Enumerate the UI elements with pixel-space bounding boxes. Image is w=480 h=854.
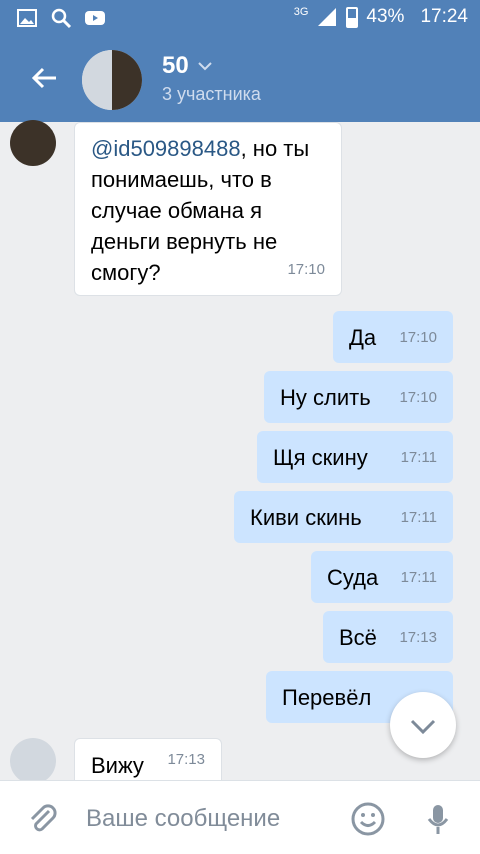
dog-avatar-half xyxy=(82,50,112,110)
message-time: 17:10 xyxy=(399,329,437,346)
message-time: 17:11 xyxy=(400,569,437,586)
message-bubble[interactable]: Суда 17:11 xyxy=(311,551,453,603)
message-time: 17:11 xyxy=(400,509,437,526)
clock: 17:24 xyxy=(420,6,468,27)
message-text: Ну слить xyxy=(280,385,371,410)
message-time: 17:10 xyxy=(399,389,437,406)
status-bar: 3G 43% 17:24 xyxy=(0,0,480,38)
mention-link[interactable]: @id509898488 xyxy=(91,136,241,161)
message-bubble[interactable]: @id509898488, но ты понимаешь, что в слу… xyxy=(74,122,342,296)
message-composer: Ваше сообщение xyxy=(0,780,480,854)
emoji-icon[interactable] xyxy=(348,799,388,839)
chat-title[interactable]: 50 xyxy=(162,52,213,80)
person-avatar-half xyxy=(112,50,142,110)
search-icon xyxy=(51,8,72,29)
microphone-icon[interactable] xyxy=(418,799,458,839)
message-bubble[interactable]: Ну слить 17:10 xyxy=(264,371,453,423)
message-bubble[interactable]: Всё 17:13 xyxy=(323,611,453,663)
chevron-down-icon xyxy=(410,719,436,735)
attach-icon[interactable] xyxy=(22,799,62,839)
chevron-down-icon xyxy=(197,62,212,71)
message-text: Щя скину xyxy=(273,445,368,470)
message-text: Перевёл xyxy=(282,685,372,710)
message-time: 17:10 xyxy=(287,261,325,278)
message-time: 17:13 xyxy=(399,629,437,646)
message-text: Да xyxy=(349,325,377,350)
battery-icon xyxy=(346,6,359,28)
battery-percent: 43% xyxy=(366,6,405,27)
chat-title-text: 50 xyxy=(162,52,189,79)
message-bubble[interactable]: Щя скину 17:11 xyxy=(257,431,453,483)
message-text: Всё xyxy=(339,625,377,650)
chat-header: 50 3 участника xyxy=(0,38,480,122)
network-label: 3G xyxy=(293,6,309,18)
message-text: Вижу xyxy=(91,753,144,778)
message-text: Киви скинь xyxy=(250,505,362,530)
message-time: 17:13 xyxy=(167,751,205,768)
message-bubble[interactable]: Да 17:10 xyxy=(333,311,453,363)
scroll-down-button[interactable] xyxy=(390,692,456,758)
sender-avatar[interactable] xyxy=(10,120,56,166)
message-text: Суда xyxy=(327,565,379,590)
youtube-icon xyxy=(85,11,105,25)
message-bubble[interactable]: Вижу 17:13 xyxy=(74,738,222,786)
message-time: 17:11 xyxy=(400,449,437,466)
back-arrow-icon[interactable] xyxy=(28,62,60,94)
message-bubble[interactable]: Киви скинь 17:11 xyxy=(234,491,453,543)
signal-icon xyxy=(318,8,337,26)
chat-avatar[interactable] xyxy=(82,50,142,110)
gallery-icon xyxy=(17,9,37,27)
message-input[interactable]: Ваше сообщение xyxy=(86,805,280,833)
sender-avatar[interactable] xyxy=(10,738,56,784)
participants-count: 3 участника xyxy=(162,84,261,104)
